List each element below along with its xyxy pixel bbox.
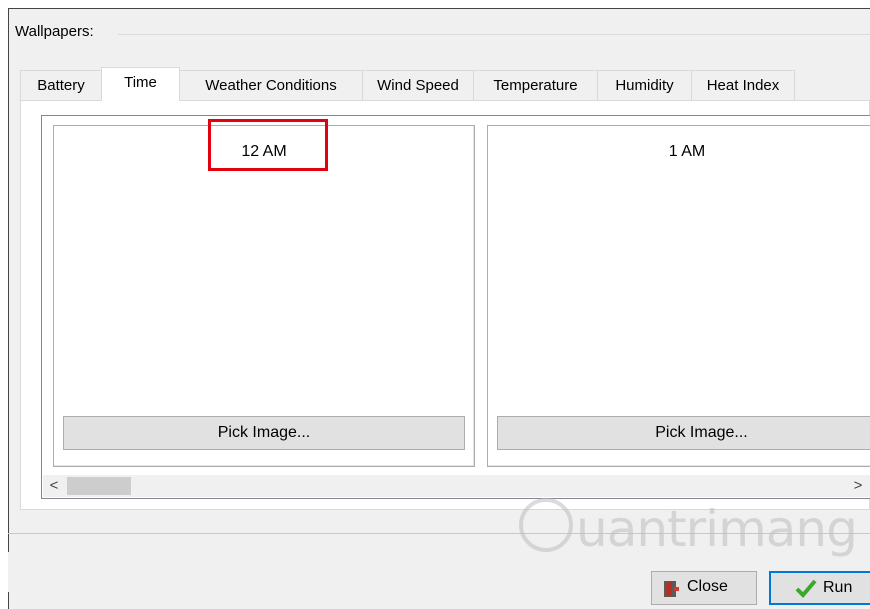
wallpaper-panel-1am: 1 AM Pick Image... [487,125,870,467]
tab-humidity[interactable]: Humidity [597,70,692,100]
tab-battery[interactable]: Battery [20,70,102,100]
horizontal-scrollbar[interactable]: < > [43,475,870,497]
watermark-text: uantrimang [576,500,858,558]
highlight-annotation [208,119,328,171]
close-button[interactable]: Close [651,571,757,605]
tab-weather-conditions[interactable]: Weather Conditions [179,70,363,100]
pick-image-button[interactable]: Pick Image... [63,416,465,450]
pick-image-button[interactable]: Pick Image... [497,416,870,450]
panel-time-label: 1 AM [668,143,706,160]
run-button-label: Run [823,579,853,596]
tab-wind-speed[interactable]: Wind Speed [362,70,474,100]
tab-temperature[interactable]: Temperature [473,70,598,100]
wallpaper-scroll-area: 12 AM Pick Image... 1 AM Pick Image... <… [41,115,870,499]
wallpapers-group-title: Wallpapers: [15,23,94,40]
wallpaper-panel-12am: 12 AM Pick Image... [53,125,475,467]
checkmark-icon [795,578,817,609]
group-divider [118,34,870,35]
scroll-right-icon[interactable]: > [847,475,869,497]
scroll-left-icon[interactable]: < [43,475,65,497]
tab-heat-index[interactable]: Heat Index [691,70,795,100]
watermark-logo-icon [519,498,573,552]
close-door-icon [662,579,680,609]
close-button-label: Close [687,578,728,595]
tab-time[interactable]: Time [101,67,180,101]
run-button[interactable]: Run [769,571,870,605]
scrollbar-thumb[interactable] [67,477,131,495]
